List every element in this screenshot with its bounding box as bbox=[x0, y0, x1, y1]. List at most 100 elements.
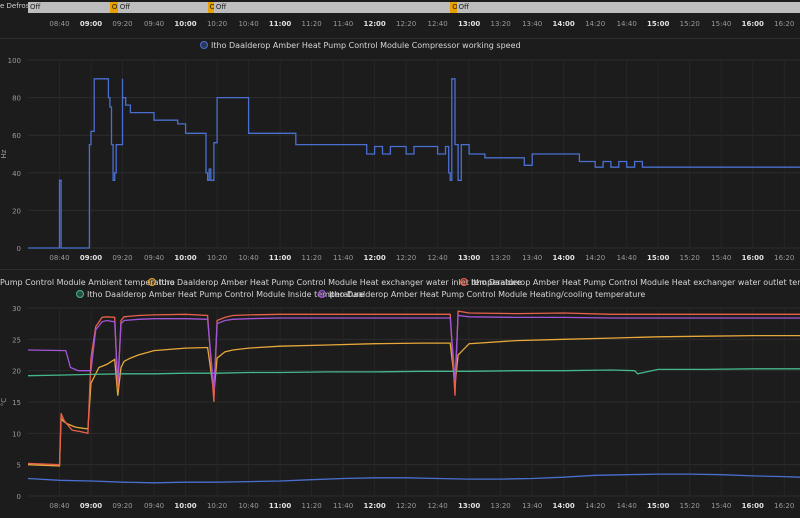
series-line-4[interactable] bbox=[27, 314, 800, 390]
compressor-speed-chart[interactable]: 0 20 40 60 80 100 08:40 09:00 09:20 09:40 10:00 10:… bbox=[0, 50, 800, 272]
x-tick-label: 12:20 bbox=[396, 502, 416, 510]
y-tick-label: 25 bbox=[12, 336, 21, 344]
timeline-tick-label: 11:40 bbox=[333, 20, 353, 28]
x-tick-label: 11:20 bbox=[301, 502, 321, 510]
x-tick-label: 11:40 bbox=[333, 502, 353, 510]
x-tick-label: 09:40 bbox=[144, 502, 164, 510]
y-tick-label: 10 bbox=[12, 430, 21, 438]
timeline-tick-label: 08:40 bbox=[49, 20, 69, 28]
x-tick-label: 15:00 bbox=[647, 254, 669, 262]
x-tick-label: 16:20 bbox=[774, 254, 794, 262]
x-tick-label: 10:40 bbox=[238, 254, 258, 262]
legend-marker-icon bbox=[76, 290, 84, 298]
legend-marker-icon bbox=[318, 290, 326, 298]
timeline-tick-label: 16:20 bbox=[774, 20, 794, 28]
legend-marker-icon bbox=[200, 41, 208, 49]
timeline-tick-label: 15:20 bbox=[680, 20, 700, 28]
series-line-0[interactable] bbox=[28, 78, 800, 249]
y-tick-label: 100 bbox=[8, 57, 21, 65]
timeline-bar[interactable]: OffOnOffOnOffOnOff bbox=[28, 2, 800, 13]
x-tick-label: 12:20 bbox=[396, 254, 416, 262]
x-tick-label: 15:00 bbox=[647, 502, 669, 510]
timeline-tick-label: 15:40 bbox=[711, 20, 731, 28]
timeline-tick-label: 13:00 bbox=[458, 20, 480, 28]
legend-item[interactable]: Itho Daalderop Amber Heat Pump Control M… bbox=[200, 41, 521, 50]
x-tick-label: 13:40 bbox=[522, 502, 542, 510]
timeline-tick-label: 12:40 bbox=[428, 20, 448, 28]
y-tick-label: 20 bbox=[12, 368, 21, 376]
y-tick-label: 20 bbox=[12, 207, 21, 215]
timeline-tick-label: 12:00 bbox=[363, 20, 385, 28]
legend-label: Itho Daalderop Amber Heat Pump Control M… bbox=[211, 41, 521, 50]
x-tick-label: 10:40 bbox=[238, 502, 258, 510]
x-tick-label: 14:40 bbox=[617, 254, 637, 262]
x-tick-label: 13:20 bbox=[491, 254, 511, 262]
y-tick-label: 0 bbox=[17, 493, 21, 501]
x-tick-label: 15:20 bbox=[680, 254, 700, 262]
legend-marker-icon bbox=[460, 278, 468, 286]
x-tick-label: 12:00 bbox=[363, 502, 385, 510]
timeline-tick-label: 13:20 bbox=[491, 20, 511, 28]
x-tick-label: 14:00 bbox=[553, 254, 575, 262]
x-tick-label: 09:20 bbox=[112, 254, 132, 262]
series-line-1[interactable] bbox=[27, 334, 800, 467]
x-tick-label: 10:00 bbox=[174, 502, 196, 510]
timeline-tick-label: 10:20 bbox=[207, 20, 227, 28]
series-line-3[interactable] bbox=[27, 368, 800, 377]
y-axis-label: Hz bbox=[0, 149, 8, 158]
x-tick-label: 11:40 bbox=[333, 254, 353, 262]
timeline-tick-label: 11:00 bbox=[269, 20, 291, 28]
timeline-tick-label: 10:00 bbox=[174, 20, 196, 28]
timeline-tick-label: 14:00 bbox=[553, 20, 575, 28]
timeline-tick-label: 13:40 bbox=[522, 20, 542, 28]
series-line-2[interactable] bbox=[27, 310, 800, 466]
x-tick-label: 14:00 bbox=[553, 502, 575, 510]
timeline-segment-off[interactable]: Off bbox=[456, 2, 800, 13]
timeline-tick-label: 16:00 bbox=[742, 20, 764, 28]
timeline-segment-off[interactable]: Off bbox=[28, 2, 110, 13]
y-tick-label: 5 bbox=[17, 462, 21, 470]
x-tick-label: 11:00 bbox=[269, 254, 291, 262]
x-tick-label: 13:40 bbox=[522, 254, 542, 262]
x-tick-label: 13:00 bbox=[458, 502, 480, 510]
timeline-segment-off[interactable]: Off bbox=[117, 2, 208, 13]
x-tick-label: 11:00 bbox=[269, 502, 291, 510]
timeline-tick-label: 14:40 bbox=[617, 20, 637, 28]
y-tick-label: 15 bbox=[12, 399, 21, 407]
timeline-tick-label: 10:40 bbox=[238, 20, 258, 28]
timeline-tick-label: 11:20 bbox=[301, 20, 321, 28]
timeline-tick-label: 12:20 bbox=[396, 20, 416, 28]
chart1-legend: Itho Daalderop Amber Heat Pump Control M… bbox=[200, 41, 521, 50]
x-tick-label: 12:00 bbox=[363, 254, 385, 262]
x-tick-label: 09:00 bbox=[80, 502, 102, 510]
x-tick-label: 14:20 bbox=[585, 502, 605, 510]
y-axis-label: °C bbox=[0, 398, 8, 407]
timeline-segment-off[interactable]: Off bbox=[213, 2, 451, 13]
x-tick-label: 08:40 bbox=[49, 502, 69, 510]
legend-label: Itho Daalderop Amber Heat Pump Control M… bbox=[471, 278, 800, 287]
timeline-tick-label: 09:00 bbox=[80, 20, 102, 28]
x-tick-label: 13:00 bbox=[458, 254, 480, 262]
y-tick-label: 80 bbox=[12, 95, 21, 103]
timeline-tick-label: 09:40 bbox=[144, 20, 164, 28]
timeline-segment-on[interactable]: On bbox=[109, 2, 122, 13]
x-tick-label: 10:20 bbox=[207, 502, 227, 510]
series-line-0[interactable] bbox=[27, 473, 800, 484]
x-tick-label: 09:00 bbox=[80, 254, 102, 262]
timeline-axis: 08:40 09:00 09:20 09:40 10:00 10:20 10:40 11:00… bbox=[49, 20, 794, 28]
x-tick-label: 15:20 bbox=[680, 502, 700, 510]
timeline-tick-label: 09:20 bbox=[112, 20, 132, 28]
y-tick-label: 60 bbox=[12, 132, 21, 140]
y-tick-label: 0 bbox=[17, 245, 21, 253]
x-tick-label: 12:40 bbox=[428, 254, 448, 262]
x-tick-label: 08:40 bbox=[49, 254, 69, 262]
timeline-tick-label: 14:20 bbox=[585, 20, 605, 28]
divider bbox=[0, 38, 800, 39]
timeline-tick-label: 15:00 bbox=[647, 20, 669, 28]
x-tick-label: 10:20 bbox=[207, 254, 227, 262]
legend-row: Itho Daalderop Amber Heat Pump Control M… bbox=[460, 278, 800, 287]
y-tick-label: 40 bbox=[12, 170, 21, 178]
legend-item[interactable]: Itho Daalderop Amber Heat Pump Control M… bbox=[460, 278, 800, 287]
x-tick-label: 14:40 bbox=[617, 502, 637, 510]
temperature-chart[interactable]: 0 5 10 15 20 25 30 08:40 09:00 09:20 09:40 10:00 10:… bbox=[0, 298, 800, 518]
